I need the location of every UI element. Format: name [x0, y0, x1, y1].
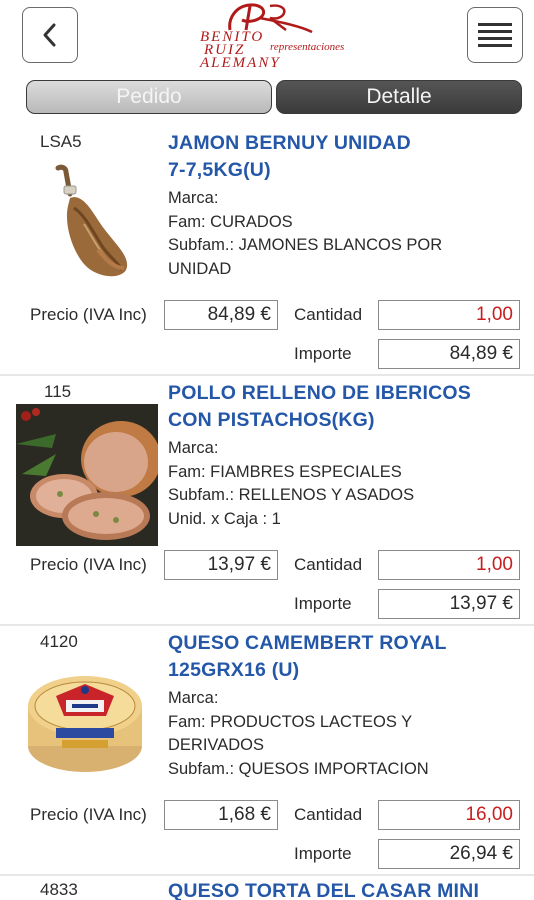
product-familia: Fam: CURADOS: [168, 212, 293, 231]
precio-field: 13,97 €: [164, 550, 278, 580]
product-subfamilia-cont: UNIDAD: [168, 259, 232, 278]
camembert-image: [26, 666, 144, 776]
cantidad-label: Cantidad: [294, 305, 363, 324]
product-title-line-2: 125GRX16 (U): [168, 659, 300, 681]
product-familia: Fam: PRODUCTOS LACTEOS Y: [168, 712, 413, 731]
product-title-line-1: QUESO TORTA DEL CASAR MINI: [168, 880, 480, 900]
product-subfamilia: Subfam.: RELLENOS Y ASADOS: [168, 486, 415, 504]
product-marca: Marca:: [168, 439, 219, 457]
product-title-line-1: JAMON BERNUY UNIDAD: [168, 132, 411, 154]
chevron-left-icon: [43, 23, 56, 47]
tab-detalle[interactable]: Detalle: [276, 80, 522, 114]
product-title-line-2: 7-7,5KG(U): [168, 159, 271, 181]
product-code: 115: [44, 382, 72, 401]
view-tabs: Pedido Detalle: [26, 80, 522, 114]
brand-logo: BENITO RUIZ ALEMANY representaciones: [190, 0, 360, 74]
cantidad-input[interactable]: 1,00: [378, 550, 520, 580]
product-familia: Fam: FIAMBRES ESPECIALES: [168, 462, 402, 481]
jamon-image: [40, 164, 136, 282]
hamburger-menu-icon: [478, 23, 512, 47]
tab-pedido[interactable]: Pedido: [26, 80, 272, 114]
precio-field: 84,89 €: [164, 300, 278, 330]
importe-label: Importe: [294, 844, 352, 863]
importe-label: Importe: [294, 594, 352, 613]
product-subfamilia: Subfam.: JAMONES BLANCOS POR: [168, 236, 443, 254]
product-familia-cont: DERIVADOS: [168, 736, 264, 754]
app-header: BENITO RUIZ ALEMANY representaciones: [0, 0, 534, 78]
product-code: 4833: [40, 880, 78, 899]
product-title-line-1: POLLO RELLENO DE IBERICOS: [168, 382, 471, 404]
importe-field: 13,97 €: [378, 589, 520, 619]
product-title-line-2: CON PISTACHOS(KG): [168, 409, 375, 431]
product-code: 4120: [40, 632, 78, 651]
product-marca: Marca:: [168, 189, 219, 207]
precio-label: Precio (IVA Inc): [30, 305, 147, 324]
precio-label: Precio (IVA Inc): [30, 805, 147, 824]
importe-field: 26,94 €: [378, 839, 520, 869]
back-button[interactable]: [22, 7, 78, 63]
cantidad-label: Cantidad: [294, 805, 363, 824]
menu-button[interactable]: [467, 7, 523, 63]
logo-line-3: ALEMANY: [200, 55, 281, 71]
product-unid-caja: Unid. x Caja : 1: [168, 509, 281, 528]
product-item: 115 POLLO RELLENO DE IBERICOS CON PISTAC…: [0, 376, 534, 626]
logo-tagline: representaciones: [270, 41, 345, 53]
product-code: LSA5: [40, 132, 82, 151]
precio-field: 1,68 €: [164, 800, 278, 830]
product-subfamilia: Subfam.: QUESOS IMPORTACION: [168, 759, 429, 778]
importe-label: Importe: [294, 344, 352, 363]
product-item: LSA5 JAMON BERNUY UNIDAD 7-7,5KG(U) Marc…: [0, 126, 534, 376]
product-marca: Marca:: [168, 689, 219, 707]
cantidad-input[interactable]: 1,00: [378, 300, 520, 330]
product-title-line-1: QUESO CAMEMBERT ROYAL: [168, 632, 447, 654]
pollo-relleno-image: [16, 404, 158, 546]
cantidad-input[interactable]: 16,00: [378, 800, 520, 830]
importe-field: 84,89 €: [378, 339, 520, 369]
precio-label: Precio (IVA Inc): [30, 555, 147, 574]
product-item: 4833 QUESO TORTA DEL CASAR MINI: [0, 876, 534, 900]
cantidad-label: Cantidad: [294, 555, 363, 574]
product-item: 4120 QUESO CAMEMBERT ROYAL 125GRX16 (U) …: [0, 626, 534, 876]
